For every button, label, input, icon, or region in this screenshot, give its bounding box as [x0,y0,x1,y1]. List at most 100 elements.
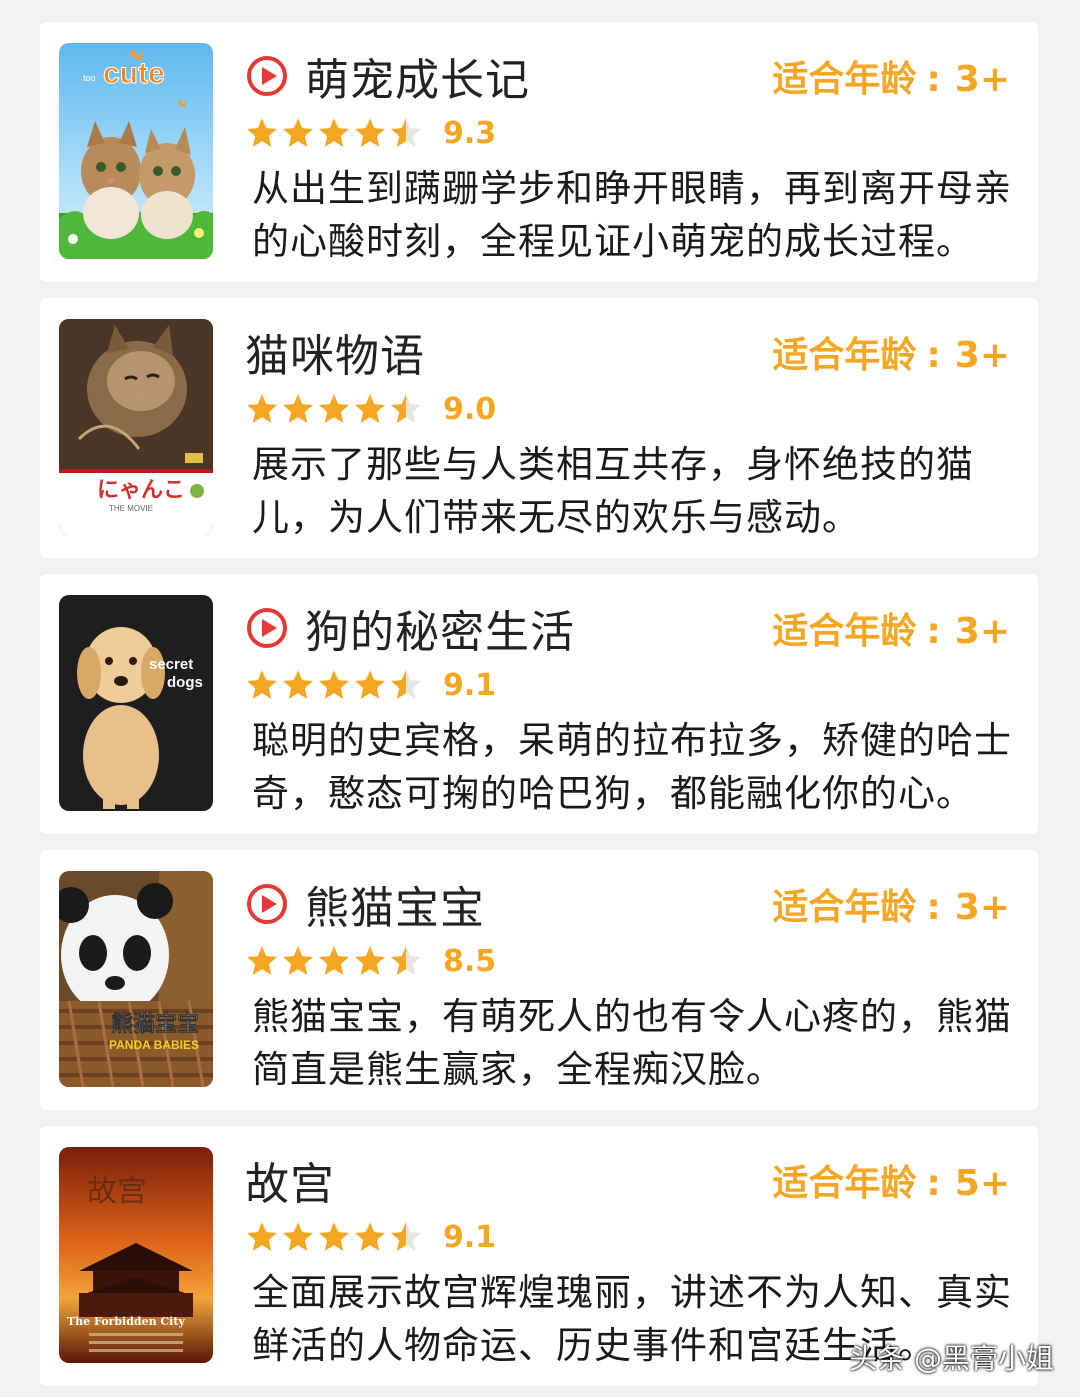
age-label: 适合年龄:3+ [772,878,1010,930]
title-row: 故宫 [245,1150,335,1210]
watermark-text: 头条 @黑膏小姐 [849,1342,1054,1375]
star-rating [245,944,425,978]
item-title[interactable]: 故宫 [245,1148,335,1212]
rating-score: 9.0 [443,391,497,427]
item-title[interactable]: 猫咪物语 [245,320,425,384]
poster-panda-image: 熊猫宝宝 PANDA BABIES [59,871,213,1087]
title-row: 萌宠成长记 [245,46,530,106]
poster-subtitle: dogs [167,674,203,691]
star-full-icon [318,118,350,147]
poster-dog-image: secret dogs [59,595,213,811]
age-separator: : [926,335,941,376]
item-title[interactable]: 熊猫宝宝 [305,872,485,936]
star-half-icon [390,118,422,147]
star-full-icon [318,946,350,975]
star-full-icon [318,1222,350,1251]
list-item[interactable]: too cute 萌宠成长记 适合年龄:3+ 9.3 从出生到蹒跚学步和睁开眼睛… [40,22,1038,282]
item-description: 展示了那些与人类相互共存，身怀绝技的猫儿，为人们带来无尽的欢乐与感动。 [252,443,974,539]
star-full-icon [354,670,386,699]
age-label-text: 适合年龄 [772,335,917,376]
star-full-icon [282,1222,314,1251]
title-row: 熊猫宝宝 [245,874,485,934]
age-label: 适合年龄:3+ [772,602,1010,654]
star-half-icon [390,670,422,699]
poster-cat-image: にゃんこ THE MOVIE [59,319,213,535]
star-full-icon [318,394,350,423]
age-separator: : [926,611,941,652]
age-label: 适合年龄:3+ [772,326,1010,378]
poster-palace-image: 故宫 The Forbidden City [59,1147,213,1363]
list-item[interactable]: にゃんこ THE MOVIE 猫咪物语 适合年龄:3+ 9.0 展示了那些与人类… [40,298,1038,558]
rating-row: 9.1 [245,662,496,708]
play-icon[interactable] [245,54,289,98]
item-title[interactable]: 萌宠成长记 [305,44,530,108]
star-full-icon [318,670,350,699]
rating-row: 9.1 [245,1214,496,1260]
age-value: 5+ [954,1163,1010,1204]
star-full-icon [246,946,278,975]
poster-title: にゃんこ [97,478,185,503]
star-full-icon [282,394,314,423]
poster-image[interactable]: にゃんこ THE MOVIE [59,319,213,535]
star-full-icon [246,1222,278,1251]
star-full-icon [354,1222,386,1251]
documentary-list: too cute 萌宠成长记 适合年龄:3+ 9.3 从出生到蹒跚学步和睁开眼睛… [0,0,1080,1397]
star-full-icon [354,946,386,975]
star-rating [245,1220,425,1254]
star-full-icon [282,118,314,147]
poster-image[interactable]: 故宫 The Forbidden City [59,1147,213,1363]
star-rating [245,392,425,426]
age-value: 3+ [954,611,1010,652]
poster-title: 故宫 [87,1174,147,1209]
poster-subtitle: The Forbidden City [67,1315,185,1328]
star-full-icon [246,670,278,699]
poster-title: secret [149,656,193,673]
star-full-icon [354,118,386,147]
item-description: 从出生到蹒跚学步和睁开眼睛，再到离开母亲的心酸时刻，全程见证小萌宠的成长过程。 [252,167,1012,263]
item-title[interactable]: 狗的秘密生活 [305,596,575,660]
age-label: 适合年龄:3+ [772,50,1010,102]
age-label-text: 适合年龄 [772,887,917,928]
poster-image[interactable]: too cute [59,43,213,259]
list-item[interactable]: 熊猫宝宝 PANDA BABIES 熊猫宝宝 适合年龄:3+ 8.5 熊猫宝宝，… [40,850,1038,1110]
svg-text:cute: cute [103,57,165,90]
rating-score: 9.1 [443,1219,497,1255]
age-label-text: 适合年龄 [772,611,917,652]
age-separator: : [926,59,941,100]
rating-score: 9.3 [443,115,497,151]
star-full-icon [354,394,386,423]
star-half-icon [390,946,422,975]
rating-score: 8.5 [443,943,497,979]
age-separator: : [926,887,941,928]
rating-score: 9.1 [443,667,497,703]
title-row: 猫咪物语 [245,322,425,382]
star-full-icon [246,118,278,147]
poster-kittens-image: too cute [59,43,213,259]
age-value: 3+ [954,59,1010,100]
poster-title: 熊猫宝宝 [111,1011,199,1037]
item-description: 熊猫宝宝，有萌死人的也有令人心疼的，熊猫简直是熊生赢家，全程痴汉脸。 [252,995,1012,1091]
poster-image[interactable]: 熊猫宝宝 PANDA BABIES [59,871,213,1087]
play-icon[interactable] [245,882,289,926]
age-label: 适合年龄:5+ [772,1154,1010,1206]
title-row: 狗的秘密生活 [245,598,575,658]
poster-image[interactable]: secret dogs [59,595,213,811]
age-value: 3+ [954,335,1010,376]
poster-subtitle: THE MOVIE [109,504,153,513]
star-half-icon [390,1222,422,1251]
play-icon[interactable] [245,606,289,650]
age-value: 3+ [954,887,1010,928]
star-rating [245,668,425,702]
star-half-icon [390,394,422,423]
age-label-text: 适合年龄 [772,59,917,100]
rating-row: 8.5 [245,938,496,984]
star-full-icon [282,946,314,975]
poster-subtitle: PANDA BABIES [109,1038,199,1052]
item-description: 聪明的史宾格，呆萌的拉布拉多，矫健的哈士奇，憨态可掬的哈巴狗，都能融化你的心。 [252,719,1012,815]
list-item[interactable]: secret dogs 狗的秘密生活 适合年龄:3+ 9.1 聪明的史宾格，呆萌… [40,574,1038,834]
rating-row: 9.3 [245,110,496,156]
star-full-icon [282,670,314,699]
star-full-icon [246,394,278,423]
age-separator: : [926,1163,941,1204]
rating-row: 9.0 [245,386,496,432]
